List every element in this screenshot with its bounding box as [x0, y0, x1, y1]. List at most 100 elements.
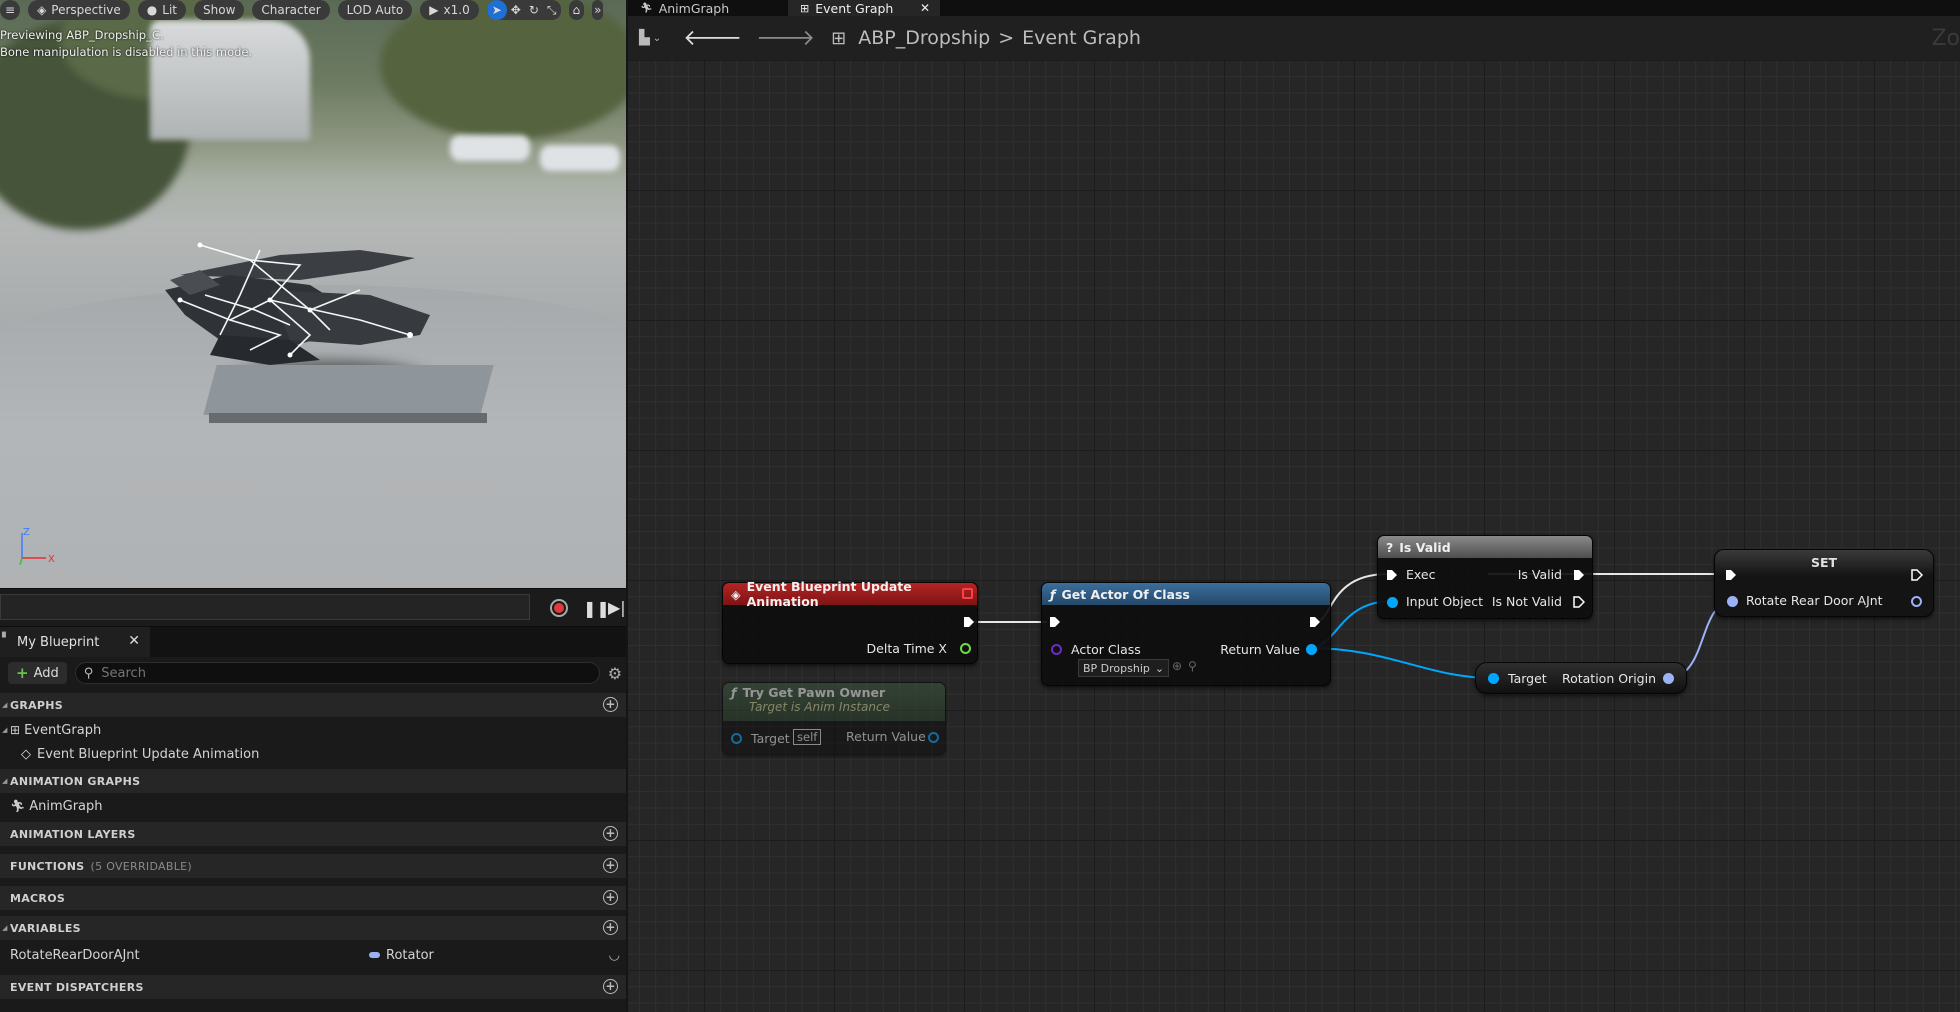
node-get-rotation-origin[interactable]: Target Rotation Origin — [1475, 662, 1687, 694]
list-item-event-update[interactable]: ◇ Event Blueprint Update Animation — [0, 742, 626, 766]
axis-z-label: Z — [23, 527, 30, 538]
rotator-type-icon — [369, 952, 380, 958]
section-graphs[interactable]: ◢ GRAPHS + — [0, 693, 626, 717]
exec-in-pin[interactable] — [1725, 569, 1737, 581]
eye-closed-icon[interactable]: ◡ — [609, 948, 620, 963]
running-man-icon: 🏃︎ — [10, 799, 26, 813]
add-variable-icon[interactable]: + — [603, 920, 618, 935]
variable-type: Rotator — [386, 947, 434, 963]
pin-label: Return Value — [846, 729, 926, 744]
return-out-pin[interactable] — [928, 732, 939, 743]
exec-in-pin[interactable] — [1386, 569, 1398, 581]
playback-speed-button[interactable]: ▶ x1.0 — [420, 0, 479, 20]
camera-button[interactable]: ⌂ — [568, 0, 585, 20]
step-forward-button[interactable]: ▶| — [608, 598, 626, 617]
event-icon: ◇ — [21, 746, 31, 762]
add-label: Add — [33, 665, 59, 681]
list-item-eventgraph[interactable]: ◢ ⊞ EventGraph — [0, 718, 626, 742]
add-dispatcher-icon[interactable]: + — [603, 979, 618, 994]
select-tool-button[interactable]: ➤ — [486, 0, 507, 20]
rotate-tool-button[interactable]: ↻ — [524, 0, 543, 20]
return-out-pin[interactable] — [1306, 644, 1317, 655]
preview-info-text: Previewing ABP_Dropship_C. — [0, 28, 164, 42]
rotator-out-pin[interactable] — [1663, 673, 1674, 684]
dropship-mesh — [165, 242, 430, 365]
variable-name: RotateRearDoorAJnt — [10, 947, 140, 963]
node-set-variable[interactable]: SET Rotate Rear Door AJnt — [1714, 549, 1934, 617]
more-options-button[interactable]: » — [592, 0, 604, 20]
scale-tool-button[interactable]: ⤡ — [542, 0, 561, 20]
section-animation-graphs[interactable]: ◢ ANIMATION GRAPHS — [0, 769, 626, 793]
pin-label: Return Value — [1220, 642, 1300, 657]
expand-icon: ◢ — [2, 701, 8, 709]
node-get-actor-of-class[interactable]: ƒ Get Actor Of Class Actor Class BP Drop… — [1041, 582, 1331, 686]
gear-icon[interactable]: ⚙ — [608, 664, 622, 683]
node-title: Event Blueprint Update Animation — [746, 579, 912, 609]
node-header: ƒ Get Actor Of Class — [1042, 583, 1330, 605]
node-event-update-animation[interactable]: ◈ Event Blueprint Update Animation Delta… — [722, 579, 978, 664]
exec-not-valid-pin[interactable] — [1573, 596, 1585, 608]
tab-my-blueprint[interactable]: ▘ My Blueprint ✕ — [0, 627, 150, 657]
function-icon: ƒ — [1050, 586, 1056, 602]
viewport-toolbar: ≡ ◈ Perspective ● Lit Show Character LOD A… — [0, 0, 604, 20]
character-button[interactable]: Character — [252, 0, 330, 20]
event-icon: ◈ — [731, 586, 741, 602]
background-car — [540, 145, 620, 171]
target-in-pin[interactable] — [731, 733, 742, 744]
variable-row[interactable]: RotateRearDoorAJnt Rotator ◡ — [0, 943, 626, 967]
rotator-out-pin[interactable] — [1911, 596, 1922, 607]
section-title: MACROS — [10, 891, 66, 905]
section-functions[interactable]: FUNCTIONS (5 OVERRIDABLE) + — [0, 854, 626, 878]
book-icon: ▘ — [2, 633, 10, 644]
rotator-in-pin[interactable] — [1727, 596, 1738, 607]
axis-x-label: X — [48, 554, 55, 565]
use-selected-icon[interactable]: ⊕ — [1172, 659, 1182, 673]
add-macro-icon[interactable]: + — [603, 890, 618, 905]
scale-icon: ⤡ — [546, 2, 557, 17]
search-field[interactable]: ⚲ — [74, 662, 600, 684]
list-item-animgraph[interactable]: 🏃︎ AnimGraph — [0, 794, 626, 818]
browse-icon[interactable]: ⚲ — [1188, 659, 1197, 673]
graph-wires — [968, 573, 1734, 679]
add-graph-icon[interactable]: + — [603, 697, 618, 712]
event-graph-editor[interactable]: 🏃︎ AnimGraph ⊞ Event Graph ✕ ▙ ⌄ 🡐 🡒 ⊞ ABP_… — [628, 0, 1960, 1012]
pin-label: Actor Class — [1071, 642, 1141, 657]
translate-tool-button[interactable]: ✥ — [506, 0, 525, 20]
show-button[interactable]: Show — [194, 0, 245, 20]
record-button[interactable] — [550, 599, 568, 617]
section-variables[interactable]: ◢ VARIABLES + — [0, 916, 626, 940]
node-is-valid[interactable]: ? Is Valid Exec Input Object Is Valid Is… — [1377, 535, 1593, 619]
target-in-pin[interactable] — [1488, 673, 1499, 684]
add-function-icon[interactable]: + — [603, 858, 618, 873]
background-tree — [380, 0, 626, 140]
node-title: SET — [1810, 555, 1838, 570]
class-in-pin[interactable] — [1051, 644, 1062, 655]
add-layer-icon[interactable]: + — [603, 826, 618, 841]
timeline-scrubber[interactable] — [0, 594, 530, 620]
lit-button[interactable]: ● Lit — [137, 0, 187, 20]
viewport-menu-button[interactable]: ≡ — [0, 0, 21, 20]
pause-button[interactable]: ❚❚ — [583, 599, 610, 618]
exec-valid-pin[interactable] — [1573, 569, 1585, 581]
search-input[interactable] — [101, 665, 572, 681]
preview-viewport[interactable]: ≡ ◈ Perspective ● Lit Show Character LOD A… — [0, 0, 626, 588]
animation-timeline: ❚❚ ▶| — [0, 588, 626, 626]
lod-button[interactable]: LOD Auto — [337, 0, 413, 20]
section-event-dispatchers[interactable]: EVENT DISPATCHERS + — [0, 975, 626, 999]
exec-out-pin[interactable] — [963, 616, 975, 628]
actor-class-dropdown[interactable]: BP Dropship ⌄ — [1078, 659, 1170, 677]
close-icon[interactable]: ✕ — [128, 633, 140, 649]
input-object-pin[interactable] — [1387, 597, 1398, 608]
exec-out-pin[interactable] — [1911, 569, 1923, 581]
exec-out-pin[interactable] — [1309, 616, 1321, 628]
node-try-get-pawn-owner[interactable]: ƒ Try Get Pawn Owner Target is Anim Insta… — [722, 682, 946, 755]
section-animation-layers[interactable]: ANIMATION LAYERS + — [0, 822, 626, 846]
add-button[interactable]: + Add — [8, 662, 67, 684]
section-macros[interactable]: MACROS + — [0, 886, 626, 910]
delegate-pin-icon[interactable] — [962, 588, 973, 599]
exec-in-pin[interactable] — [1049, 616, 1061, 628]
self-default-value[interactable]: self — [793, 729, 822, 745]
perspective-button[interactable]: ◈ Perspective — [28, 0, 130, 20]
character-label: Character — [261, 3, 321, 17]
float-out-pin[interactable] — [960, 643, 971, 654]
